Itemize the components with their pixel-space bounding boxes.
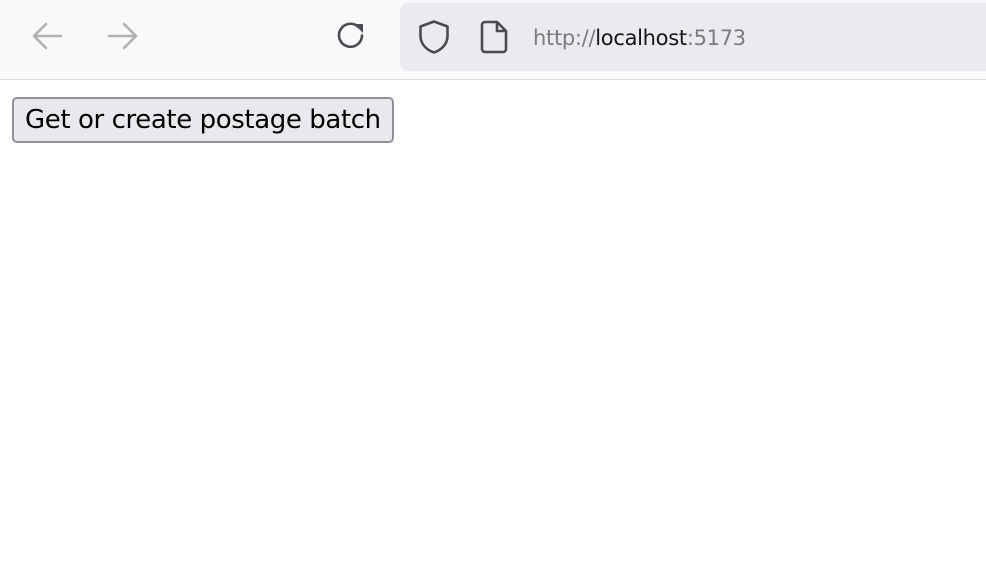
get-or-create-postage-batch-button[interactable]: Get or create postage batch bbox=[12, 97, 394, 143]
arrow-right-icon bbox=[107, 22, 138, 50]
url-text[interactable]: http://localhost:5173 bbox=[533, 24, 746, 52]
reload-icon bbox=[337, 22, 364, 48]
browser-toolbar: http://localhost:5173 bbox=[0, 0, 986, 80]
shield-icon[interactable] bbox=[417, 19, 451, 55]
back-button[interactable] bbox=[27, 16, 67, 56]
page-content: Get or create postage batch bbox=[0, 80, 986, 570]
url-port: :5173 bbox=[686, 26, 746, 50]
reload-button[interactable] bbox=[331, 16, 371, 56]
page-icon bbox=[480, 20, 508, 54]
forward-button[interactable] bbox=[103, 16, 143, 56]
url-bar[interactable]: http://localhost:5173 bbox=[400, 3, 986, 71]
url-host: localhost bbox=[595, 26, 687, 50]
url-scheme: http:// bbox=[533, 26, 596, 50]
arrow-left-icon bbox=[32, 22, 63, 50]
